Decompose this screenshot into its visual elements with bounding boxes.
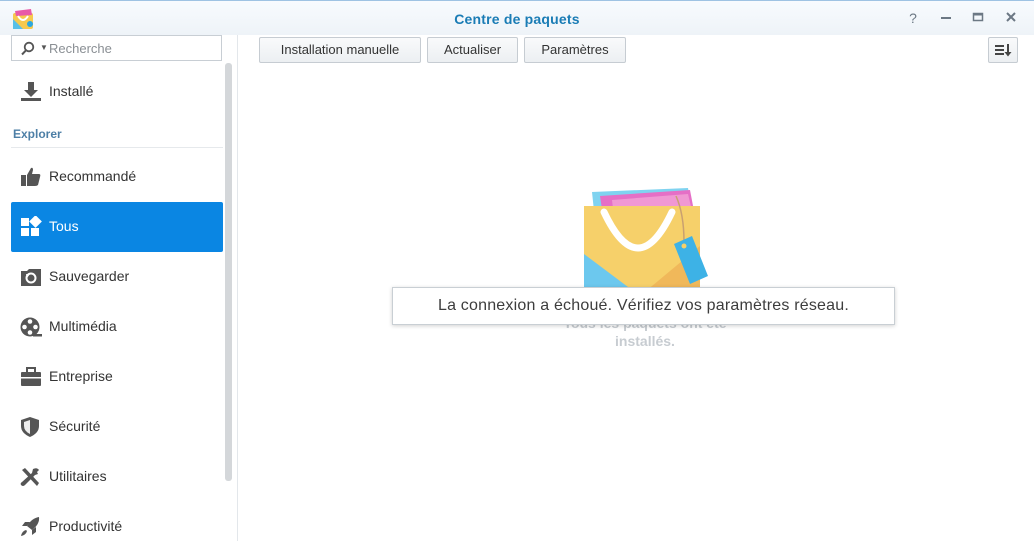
sidebar-item-label: Multimédia [49,318,117,334]
sidebar-item-all[interactable]: Tous [11,202,223,252]
title-bar: Centre de paquets ? [0,0,1034,35]
sidebar-item-label: Utilitaires [49,468,107,484]
refresh-button[interactable]: Actualiser [427,37,518,63]
sidebar-item-security[interactable]: Sécurité [11,402,223,452]
sort-button[interactable] [988,37,1018,63]
sidebar-item-label: Installé [49,83,94,99]
sort-icon [995,44,1012,57]
divider [11,147,223,148]
sidebar-item-business[interactable]: Entreprise [11,352,223,402]
close-icon[interactable] [1002,9,1020,27]
thumbs-up-icon [21,167,41,186]
backup-icon [21,269,41,286]
sidebar: ▼ Installé Explorer Recommandé Tous [0,35,238,541]
sidebar-item-label: Tous [49,218,79,234]
tools-icon [20,468,39,486]
sidebar-item-recommended[interactable]: Recommandé [11,152,223,202]
sidebar-scrollbar[interactable] [225,63,232,481]
sidebar-item-installed[interactable]: Installé [11,67,223,117]
grid-icon [21,216,42,236]
sidebar-item-multimedia[interactable]: Multimédia [11,302,223,352]
chevron-down-icon[interactable]: ▼ [40,43,48,52]
minimize-icon[interactable] [937,9,955,27]
section-label-explorer: Explorer [13,127,62,141]
search-box[interactable]: ▼ [11,35,222,61]
sidebar-item-label: Entreprise [49,368,113,384]
rocket-icon [21,517,40,536]
sidebar-item-label: Recommandé [49,168,137,184]
shield-icon [21,417,39,437]
search-input[interactable] [49,39,214,57]
help-icon[interactable]: ? [904,9,922,27]
settings-button[interactable]: Paramètres [524,37,626,63]
sidebar-item-label: Sauvegarder [49,268,130,284]
window-title: Centre de paquets [454,11,580,27]
film-reel-icon [20,317,42,337]
sidebar-item-productivity[interactable]: Productivité [11,502,223,552]
package-center-bag-illustration [584,188,708,296]
connection-error-toast: La connexion a échoué. Vérifiez vos para… [392,287,895,325]
sidebar-item-backup[interactable]: Sauvegarder [11,252,223,302]
manual-install-button[interactable]: Installation manuelle [259,37,421,63]
maximize-icon[interactable] [969,9,987,27]
sidebar-item-label: Productivité [49,518,123,534]
download-icon [21,82,41,101]
sidebar-item-utilities[interactable]: Utilitaires [11,452,223,502]
empty-state-line-2: installés. [615,333,675,349]
search-icon [21,41,35,56]
briefcase-icon [21,367,41,386]
sidebar-item-label: Sécurité [49,418,101,434]
